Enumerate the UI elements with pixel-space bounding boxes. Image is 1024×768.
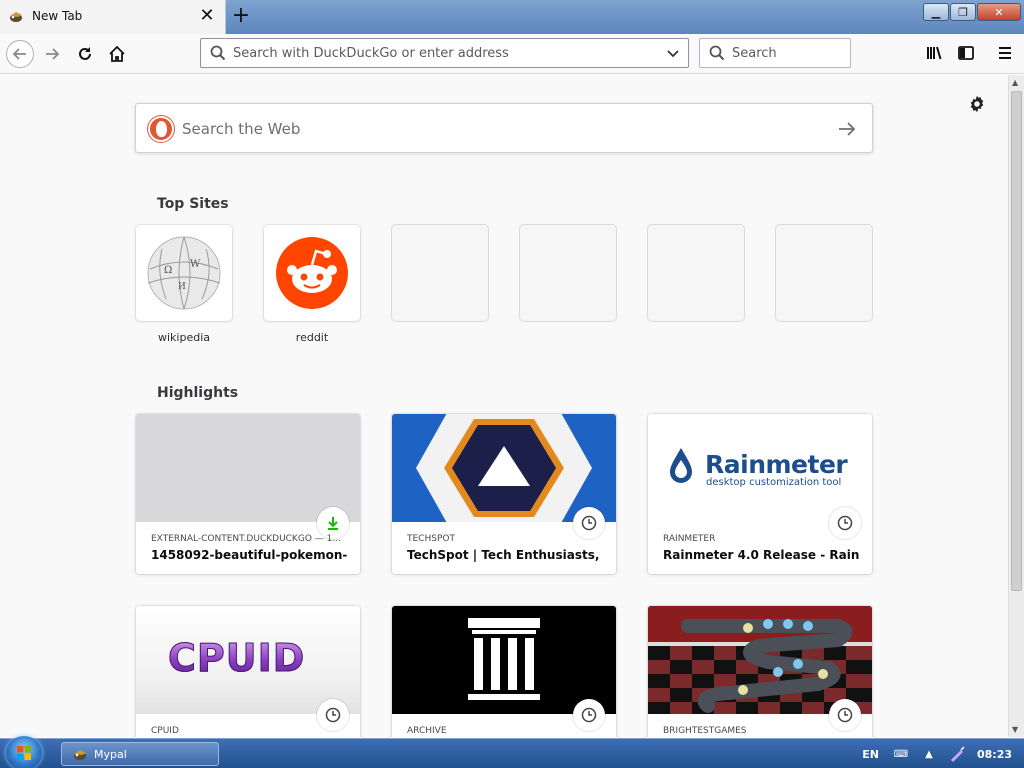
keyboard-icon[interactable]: ⌨ xyxy=(893,746,909,762)
top-sites-heading: Top Sites xyxy=(157,196,229,212)
highlight-title: 1458092-beautiful-pokemon-m... xyxy=(151,548,347,562)
top-site-tile-empty[interactable] xyxy=(392,225,488,321)
highlight-source: BRIGHTESTGAMES xyxy=(663,726,747,736)
highlight-thumbnail xyxy=(136,414,360,522)
top-site-tile-empty[interactable] xyxy=(648,225,744,321)
highlights-heading: Highlights xyxy=(157,385,239,401)
menu-button[interactable] xyxy=(994,42,1016,64)
hamburger-menu-icon xyxy=(999,47,1011,59)
rainmeter-wordmark: Rainmeter xyxy=(705,450,848,479)
arrow-right-icon xyxy=(46,48,60,60)
highlight-source: RAINMETER xyxy=(663,534,716,544)
sidebar-icon xyxy=(958,46,974,60)
forward-button[interactable] xyxy=(38,40,66,68)
top-site-label: reddit xyxy=(295,331,329,344)
cpuid-wordmark: CPUID xyxy=(167,636,306,681)
highlight-source: TECHSPOT xyxy=(407,534,455,544)
scrollbar-thumb[interactable] xyxy=(1011,91,1022,591)
highlight-card[interactable]: Rainmeter desktop customization tool RAI… xyxy=(648,414,872,574)
system-tray: EN ⌨ ▲ 08:23 xyxy=(862,739,1024,768)
highlight-title: TechSpot | Tech Enthusiasts, Po... xyxy=(407,548,603,562)
arrow-left-icon xyxy=(12,48,26,60)
highlight-thumbnail: CPUID xyxy=(136,606,360,714)
scroll-up-arrow-icon[interactable]: ▲ xyxy=(1012,78,1018,87)
back-button[interactable] xyxy=(6,40,34,68)
taskbar: Mypal EN ⌨ ▲ 08:23 xyxy=(0,736,1024,768)
techspot-logo-icon xyxy=(416,414,592,522)
browser-screen: New Tab ✕ + ▁ ❐ ✕ Search with DuckDuckGo… xyxy=(0,0,1024,768)
highlight-card[interactable]: EXTERNAL-CONTENT.DUCKDUCKGO — 1... 14580… xyxy=(136,414,360,574)
top-site-tile-reddit[interactable] xyxy=(264,225,360,321)
window-controls: ▁ ❐ ✕ xyxy=(922,3,1021,21)
archive-logo-icon xyxy=(468,618,540,700)
highlight-source: CPUID xyxy=(151,726,179,736)
windows-logo-icon xyxy=(17,746,31,760)
taskbar-item-label: Mypal xyxy=(94,748,127,761)
scroll-down-arrow-icon[interactable]: ▼ xyxy=(1012,725,1018,734)
top-site-label: wikipedia xyxy=(157,331,210,344)
maximize-button[interactable]: ❐ xyxy=(950,3,976,21)
clock[interactable]: 08:23 xyxy=(977,748,1012,761)
svg-text:И: И xyxy=(178,282,186,292)
home-icon xyxy=(109,45,125,62)
duckduckgo-logo-icon xyxy=(148,116,174,142)
chevron-down-icon[interactable] xyxy=(666,47,680,61)
mypal-app-icon xyxy=(74,750,86,760)
url-bar[interactable]: Search with DuckDuckGo or enter address xyxy=(200,38,689,68)
close-window-button[interactable]: ✕ xyxy=(977,3,1021,21)
search-field[interactable]: Search xyxy=(699,38,851,68)
nav-bar: Search with DuckDuckGo or enter address … xyxy=(0,34,1024,74)
language-indicator[interactable]: EN xyxy=(862,748,879,761)
web-search-box[interactable]: Search the Web xyxy=(135,103,873,153)
taskbar-item-mypal[interactable]: Mypal xyxy=(61,742,219,766)
arrow-right-icon[interactable] xyxy=(836,118,858,140)
sidebar-button[interactable] xyxy=(955,42,977,64)
highlight-thumbnail: Rainmeter desktop customization tool xyxy=(648,414,872,522)
svg-text:Ω: Ω xyxy=(164,265,172,276)
wikipedia-logo-icon: Ω W И xyxy=(147,236,221,310)
minimize-button[interactable]: ▁ xyxy=(923,3,949,21)
show-hidden-icons-arrow-icon[interactable]: ▲ xyxy=(921,746,937,762)
url-placeholder: Search with DuckDuckGo or enter address xyxy=(233,46,509,61)
pen-icon[interactable] xyxy=(949,746,965,762)
game-screenshot-image xyxy=(648,606,872,714)
top-site-tile-empty[interactable] xyxy=(520,225,616,321)
highlight-source: ARCHIVE xyxy=(407,726,447,736)
reddit-logo-icon xyxy=(276,237,348,309)
reload-button[interactable] xyxy=(71,40,99,68)
tab-strip: New Tab ✕ + ▁ ❐ ✕ xyxy=(0,0,1024,34)
highlight-card[interactable]: CPUID CPUID xyxy=(136,606,360,737)
highlight-thumbnail xyxy=(392,606,616,714)
library-button[interactable] xyxy=(923,42,945,64)
highlight-card[interactable]: BRIGHTESTGAMES xyxy=(648,606,872,737)
close-icon[interactable]: ✕ xyxy=(198,7,216,25)
tab-title: New Tab xyxy=(32,9,83,23)
highlight-thumbnail xyxy=(648,606,872,714)
highlight-card[interactable]: TECHSPOT TechSpot | Tech Enthusiasts, Po… xyxy=(392,414,616,574)
newtab-page: Search the Web Top Sites Ω W И wikipedia xyxy=(0,75,1008,737)
top-site-tile-empty[interactable] xyxy=(776,225,872,321)
tab-new-tab[interactable]: New Tab ✕ xyxy=(0,0,226,34)
search-icon xyxy=(210,45,226,61)
reload-icon xyxy=(79,47,91,60)
rainmeter-tagline: desktop customization tool xyxy=(706,477,842,488)
highlight-card[interactable]: ARCHIVE xyxy=(392,606,616,737)
highlight-thumbnail xyxy=(392,414,616,522)
search-icon xyxy=(709,45,725,61)
vertical-scrollbar[interactable]: ▲ ▼ xyxy=(1008,75,1024,737)
home-button[interactable] xyxy=(103,40,131,68)
library-icon xyxy=(927,46,942,60)
mypal-favicon-icon xyxy=(10,12,22,22)
highlight-title: Rainmeter 4.0 Release - Rainme... xyxy=(663,548,859,562)
highlight-source: EXTERNAL-CONTENT.DUCKDUCKGO — 1... xyxy=(151,534,341,544)
start-button[interactable] xyxy=(6,736,42,768)
gear-icon[interactable] xyxy=(966,93,988,115)
search-placeholder: Search xyxy=(732,46,777,61)
svg-text:W: W xyxy=(190,259,201,270)
top-site-tile-wikipedia[interactable]: Ω W И xyxy=(136,225,232,321)
plus-icon[interactable]: + xyxy=(230,5,252,27)
web-search-placeholder: Search the Web xyxy=(182,120,301,138)
